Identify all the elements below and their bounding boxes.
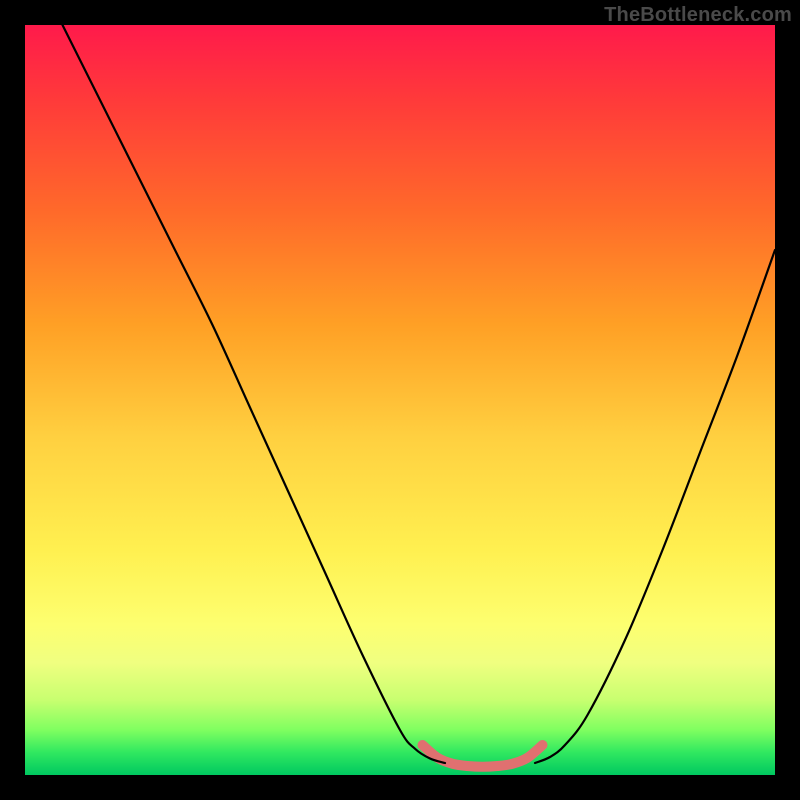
valley-highlight-path	[423, 745, 543, 767]
left-curve-path	[63, 25, 446, 763]
chart-frame: TheBottleneck.com	[0, 0, 800, 800]
watermark-text: TheBottleneck.com	[604, 4, 792, 27]
curve-svg	[25, 25, 775, 775]
right-curve-path	[535, 250, 775, 763]
plot-area	[25, 25, 775, 775]
